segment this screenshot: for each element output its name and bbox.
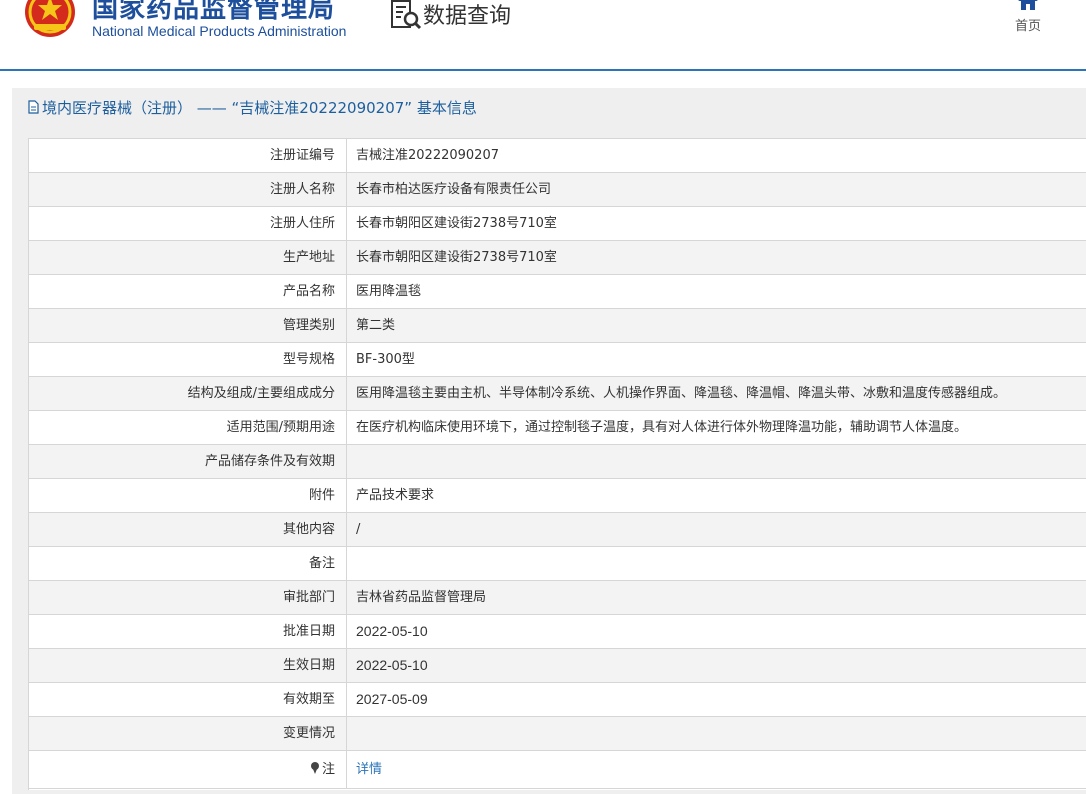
table-row: 生效日期 2022-05-10 (29, 649, 1086, 683)
field-value: 长春市朝阳区建设街2738号710室 (356, 250, 557, 265)
field-label: 结构及组成/主要组成成分 (29, 377, 347, 410)
field-value (347, 445, 1086, 478)
field-value: 医用降温毯主要由主机、半导体制冷系统、人机操作界面、降温毯、降温帽、降温头带、冰… (356, 386, 1007, 401)
field-label: 产品储存条件及有效期 (29, 445, 347, 478)
home-label: 首页 (1014, 19, 1041, 34)
brand-name-en: National Medical Products Administration (92, 23, 347, 39)
field-value (347, 717, 1086, 750)
table-row: 注册人名称 长春市柏达医疗设备有限责任公司 (29, 173, 1086, 207)
field-value (347, 547, 1086, 580)
note-label-text: 注 (321, 762, 335, 777)
field-value: 2022-05-10 (356, 623, 428, 639)
field-label: 注册人住所 (29, 207, 347, 240)
pin-icon (310, 762, 319, 774)
info-table: 注册证编号 吉械注准20222090207 注册人名称 长春市柏达医疗设备有限责任公司… (28, 138, 1086, 790)
national-emblem-icon (25, 0, 75, 37)
site-header: 国家药品监督管理局 National Medical Products Admi… (0, 0, 1086, 71)
document-icon (28, 100, 39, 114)
table-row: 型号规格 BF-300型 (29, 343, 1086, 377)
field-value: 产品技术要求 (356, 488, 435, 503)
field-value: 2027-05-09 (356, 691, 428, 707)
field-label: 注册证编号 (29, 139, 347, 172)
note-label: 注 (29, 751, 347, 788)
brand-name-cn: 国家药品监督管理局 (92, 0, 336, 24)
field-label: 注册人名称 (29, 173, 347, 206)
table-row: 审批部门 吉林省药品监督管理局 (29, 581, 1086, 615)
field-label: 附件 (29, 479, 347, 512)
field-label: 产品名称 (29, 275, 347, 308)
table-row: 生产地址 长春市朝阳区建设街2738号710室 (29, 241, 1086, 275)
table-row: 变更情况 (29, 717, 1086, 751)
field-label: 审批部门 (29, 581, 347, 614)
table-row: 其他内容 / (29, 513, 1086, 547)
table-row: 产品储存条件及有效期 (29, 445, 1086, 479)
home-icon (1018, 0, 1038, 10)
header-divider (0, 69, 1086, 71)
table-row: 产品名称 医用降温毯 (29, 275, 1086, 309)
field-value: 吉械注准20222090207 (356, 148, 499, 163)
field-value: 长春市朝阳区建设街2738号710室 (356, 216, 557, 231)
panel-title: 境内医疗器械（注册） —— “吉械注准20222090207” 基本信息 (42, 98, 477, 117)
table-row: 结构及组成/主要组成成分 医用降温毯主要由主机、半导体制冷系统、人机操作界面、降温… (29, 377, 1086, 411)
field-label: 适用范围/预期用途 (29, 411, 347, 444)
field-value: 第二类 (356, 318, 396, 333)
field-label: 管理类别 (29, 309, 347, 342)
home-link[interactable]: 首页 (1008, 0, 1048, 34)
note-value: 详情 (347, 751, 1086, 788)
field-value: 医用降温毯 (356, 284, 422, 299)
field-label: 有效期至 (29, 683, 347, 716)
table-row: 注册人住所 长春市朝阳区建设街2738号710室 (29, 207, 1086, 241)
details-link[interactable]: 详情 (356, 762, 382, 777)
table-row: 附件 产品技术要求 (29, 479, 1086, 513)
field-label: 生效日期 (29, 649, 347, 682)
field-label: 生产地址 (29, 241, 347, 274)
field-value: 长春市柏达医疗设备有限责任公司 (356, 182, 552, 197)
table-row-note: 注 详情 (29, 751, 1086, 789)
table-row: 批准日期 2022-05-10 (29, 615, 1086, 649)
table-row: 备注 (29, 547, 1086, 581)
field-value: 在医疗机构临床使用环境下，通过控制毯子温度，具有对人体进行体外物理降温功能，辅助… (356, 420, 968, 435)
table-row: 适用范围/预期用途 在医疗机构临床使用环境下，通过控制毯子温度，具有对人体进行体外… (29, 411, 1086, 445)
field-label: 批准日期 (29, 615, 347, 648)
panel-header: 境内医疗器械（注册） —— “吉械注准20222090207” 基本信息 (12, 88, 1086, 126)
field-value: 吉林省药品监督管理局 (356, 590, 487, 605)
field-value: BF-300型 (356, 352, 415, 367)
field-label: 型号规格 (29, 343, 347, 376)
data-query-icon (391, 0, 422, 30)
table-row: 注册证编号 吉械注准20222090207 (29, 139, 1086, 173)
data-query-title: 数据查询 (423, 4, 512, 29)
field-label: 其他内容 (29, 513, 347, 546)
field-label: 变更情况 (29, 717, 347, 750)
field-value: 2022-05-10 (356, 657, 428, 673)
field-label: 备注 (29, 547, 347, 580)
field-value: / (356, 522, 361, 537)
table-row: 管理类别 第二类 (29, 309, 1086, 343)
table-row: 有效期至 2027-05-09 (29, 683, 1086, 717)
